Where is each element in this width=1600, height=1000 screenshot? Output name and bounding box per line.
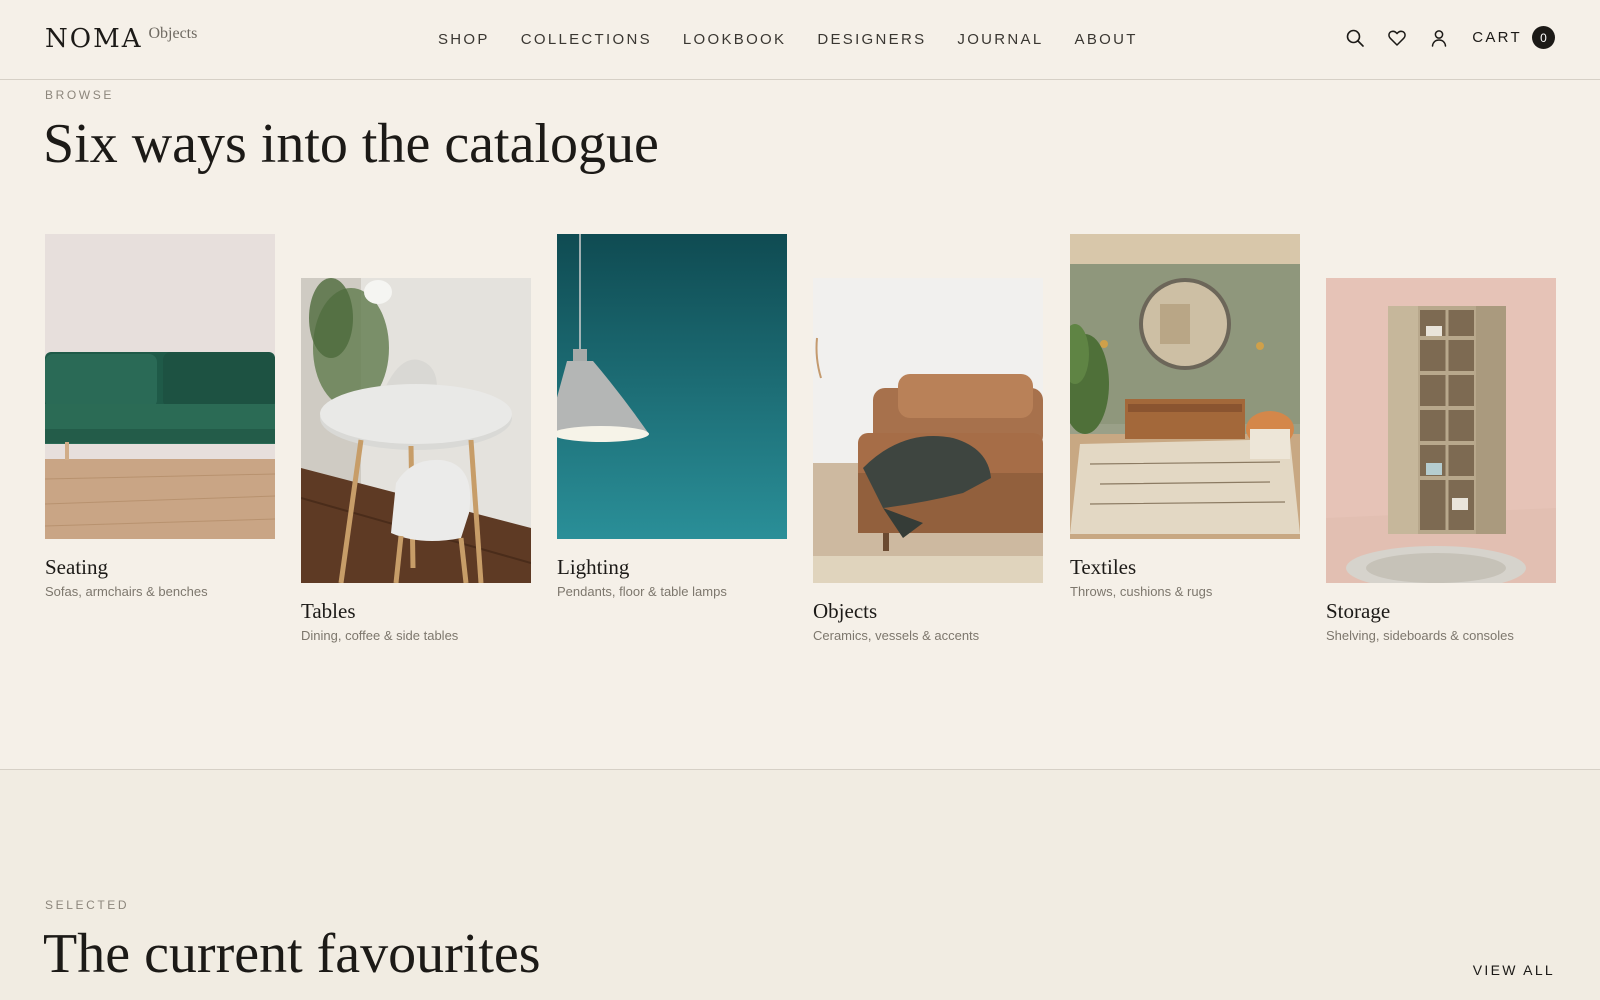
category-subtitle: Dining, coffee & side tables xyxy=(301,628,459,643)
header-tools: CART 0 xyxy=(1324,26,1555,49)
nav-shop[interactable]: SHOP xyxy=(438,30,490,50)
brand-name: NOMA xyxy=(45,24,143,54)
nav-lookbook[interactable]: LOOKBOOK xyxy=(683,30,786,50)
storage-image xyxy=(1326,278,1556,583)
tables-image xyxy=(301,278,531,583)
favourites-title: The current favourites xyxy=(43,923,541,985)
objects-image xyxy=(813,278,1043,583)
heart-icon[interactable] xyxy=(1386,27,1408,49)
selected-eyebrow: SELECTED xyxy=(45,898,130,912)
category-card-tables[interactable]: Tables Dining, coffee & side tables xyxy=(301,278,531,645)
category-subtitle: Shelving, sideboards & consoles xyxy=(1326,628,1514,643)
cart-count-badge: 0 xyxy=(1532,26,1555,49)
main-nav: SHOP COLLECTIONS LOOKBOOK DESIGNERS JOUR… xyxy=(438,30,1169,50)
category-card-lighting[interactable]: Lighting Pendants, floor & table lamps xyxy=(557,234,787,601)
browse-eyebrow: BROWSE xyxy=(45,88,114,102)
cart-button[interactable]: CART 0 xyxy=(1472,26,1555,49)
category-title: Tables xyxy=(301,599,356,623)
user-icon[interactable] xyxy=(1428,27,1450,49)
category-title: Storage xyxy=(1326,599,1391,623)
nav-about[interactable]: ABOUT xyxy=(1075,30,1138,50)
browse-title: Six ways into the catalogue xyxy=(43,113,659,175)
category-subtitle: Sofas, armchairs & benches xyxy=(45,584,208,599)
nav-designers[interactable]: DESIGNERS xyxy=(817,30,926,50)
category-title: Seating xyxy=(45,555,108,579)
category-title: Lighting xyxy=(557,555,630,579)
nav-journal[interactable]: JOURNAL xyxy=(957,30,1043,50)
seating-image xyxy=(45,234,275,539)
category-subtitle: Throws, cushions & rugs xyxy=(1070,584,1213,599)
search-icon[interactable] xyxy=(1344,27,1366,49)
view-all-link[interactable]: VIEW ALL xyxy=(1473,962,1555,978)
cart-label: CART xyxy=(1472,29,1522,46)
textiles-image xyxy=(1070,234,1300,539)
category-card-objects[interactable]: Objects Ceramics, vessels & accents xyxy=(813,278,1043,645)
nav-collections[interactable]: COLLECTIONS xyxy=(521,30,652,50)
site-header: NOMA Objects SHOP COLLECTIONS LOOKBOOK D… xyxy=(0,0,1600,80)
brand-logo[interactable]: NOMA Objects xyxy=(45,22,197,56)
category-title: Textiles xyxy=(1070,555,1137,579)
brand-subtitle: Objects xyxy=(148,25,198,42)
category-card-textiles[interactable]: Textiles Throws, cushions & rugs xyxy=(1070,234,1300,601)
category-title: Objects xyxy=(813,599,878,623)
category-card-storage[interactable]: Storage Shelving, sideboards & consoles xyxy=(1326,278,1556,645)
category-card-seating[interactable]: Seating Sofas, armchairs & benches xyxy=(45,234,275,601)
lighting-image xyxy=(557,234,787,539)
category-subtitle: Pendants, floor & table lamps xyxy=(557,584,727,599)
category-subtitle: Ceramics, vessels & accents xyxy=(813,628,980,643)
